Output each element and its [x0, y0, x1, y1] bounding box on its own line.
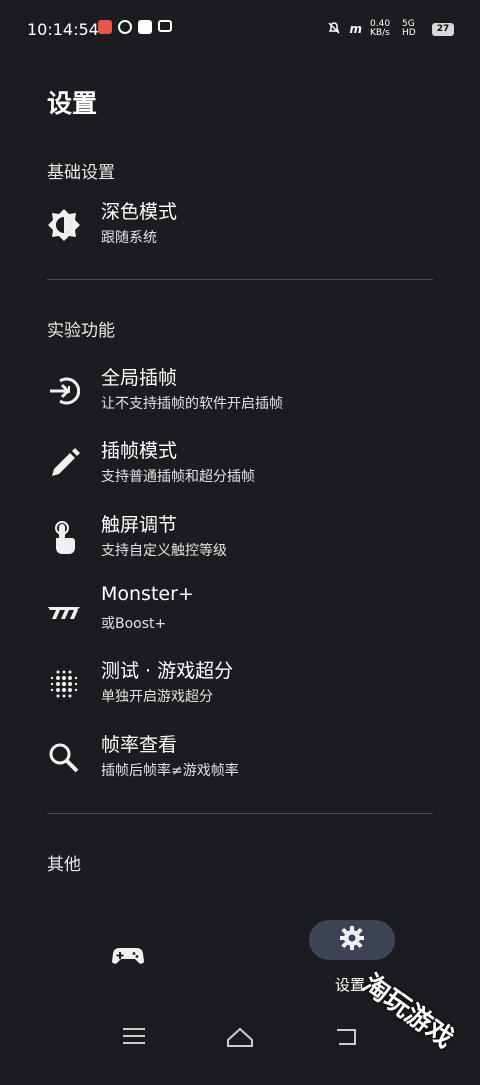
brightness-icon — [46, 207, 82, 243]
status-bar: 10:14:54 m 0.40 KB/s 5G HD 27 — [0, 0, 480, 60]
setting-global-frame[interactable]: 全局插帧 让不支持插帧的软件开启插帧 — [40, 363, 440, 425]
section-header-basic: 基础设置 — [47, 163, 115, 183]
setting-subtitle: 支持普通插帧和超分插帧 — [101, 469, 255, 485]
network-type: 5G HD — [402, 19, 416, 38]
notification-icons — [98, 20, 172, 34]
bell-mute-icon — [327, 21, 341, 38]
setting-subtitle: 跟随系统 — [101, 230, 157, 246]
bottom-navigation: 设置 — [0, 908, 480, 998]
setting-super-res[interactable]: 测试 · 游戏超分 单独开启游戏超分 — [40, 656, 440, 718]
pencil-icon — [46, 446, 82, 482]
setting-title: 全局插帧 — [101, 367, 178, 389]
setting-monster[interactable]: Monster+ 或Boost+ — [40, 583, 440, 645]
section-header-other: 其他 — [47, 855, 81, 875]
search-icon — [46, 740, 82, 776]
setting-subtitle: 单独开启游戏超分 — [101, 689, 213, 705]
page-title: 设置 — [47, 89, 98, 118]
setting-frame-mode[interactable]: 插帧模式 支持普通插帧和超分插帧 — [40, 436, 440, 498]
dot-grid-icon — [46, 666, 82, 702]
setting-title: 深色模式 — [101, 201, 178, 223]
divider — [47, 813, 433, 814]
setting-title: 帧率查看 — [101, 734, 178, 756]
setting-subtitle: 或Boost+ — [101, 616, 167, 632]
battery-icon: 27 — [432, 22, 454, 36]
touch-hand-icon — [46, 520, 82, 556]
monster-status-icon: m — [349, 22, 362, 36]
setting-dark-mode[interactable]: 深色模式 跟随系统 — [40, 197, 440, 259]
setting-title: 触屏调节 — [101, 514, 178, 536]
login-arrow-icon — [46, 373, 82, 409]
gear-icon — [339, 925, 365, 955]
status-time: 10:14:54 — [27, 20, 99, 39]
nav-settings-button[interactable] — [309, 920, 395, 960]
setting-subtitle: 让不支持插帧的软件开启插帧 — [101, 396, 283, 412]
game-notification-icon — [158, 20, 172, 32]
status-right: m 0.40 KB/s 5G HD 27 — [327, 20, 454, 38]
divider — [47, 279, 433, 280]
monster-logo-icon — [46, 593, 82, 629]
setting-subtitle: 支持自定义触控等级 — [101, 543, 227, 559]
mail-notification-icon — [138, 20, 152, 34]
section-header-experimental: 实验功能 — [47, 321, 115, 341]
network-speed: 0.40 KB/s — [370, 19, 391, 38]
setting-title: Monster+ — [101, 583, 194, 605]
setting-touch[interactable]: 触屏调节 支持自定义触控等级 — [40, 510, 440, 572]
app-notification-icon — [98, 20, 112, 34]
setting-title: 插帧模式 — [101, 440, 178, 462]
setting-subtitle: 插帧后帧率≠游戏帧率 — [101, 763, 239, 779]
setting-frame-check[interactable]: 帧率查看 插帧后帧率≠游戏帧率 — [40, 730, 440, 792]
gamepad-icon[interactable] — [110, 938, 146, 974]
home-icon[interactable] — [226, 1026, 254, 1052]
link-notification-icon — [118, 20, 132, 34]
menu-icon[interactable] — [122, 1026, 146, 1050]
setting-title: 测试 · 游戏超分 — [101, 660, 234, 682]
